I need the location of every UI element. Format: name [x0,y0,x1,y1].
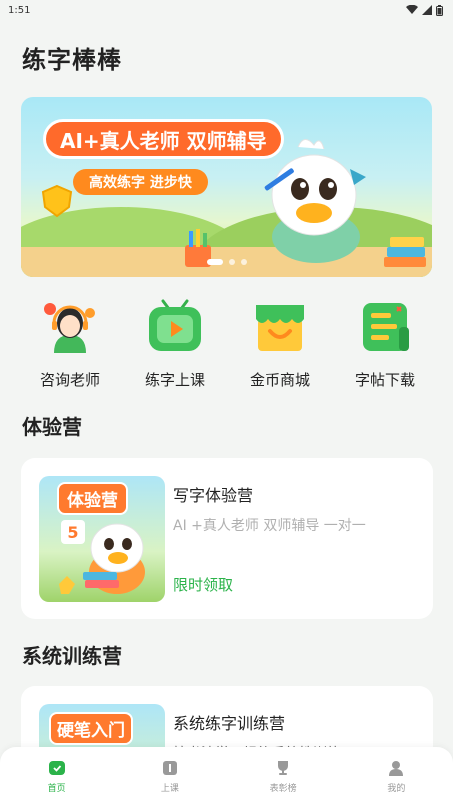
nav-tab-profile[interactable]: 我的 [340,747,453,805]
claim-button[interactable]: 限时领取 [173,574,233,595]
menu-item-coin-shop[interactable]: 金币商城 [232,297,328,397]
profile-icon [387,759,405,777]
nav-tab-leaderboard[interactable]: 表彰榜 [227,747,340,805]
course-thumbnail: 体验营 5 [39,476,165,602]
signal-icon [422,5,432,15]
teacher-headset-icon [40,297,100,357]
duck-mascot-illustration [59,523,145,594]
trophy-icon [274,759,292,777]
course-card-trial[interactable]: 体验营 5 写字体验营 AI +真人老师 双师辅导 一对一 限时领取 [21,458,433,619]
course-title: 系统练字训练营 [173,714,286,733]
promo-banner[interactable]: AI+真人老师 双师辅导 高效练字 进步快 [21,97,432,277]
nav-label: 首页 [47,784,66,794]
tv-play-icon [145,297,205,357]
nav-tab-class[interactable]: 上课 [113,747,226,805]
bottom-navigation: 首页 上课 表彰榜 我的 [0,747,453,805]
class-icon [161,759,179,777]
section-title-system: 系统训练营 [22,644,122,668]
pagination-dot[interactable] [206,259,223,265]
menu-item-consult-teacher[interactable]: 咨询老师 [22,297,118,397]
wifi-icon [406,5,418,14]
menu-item-label: 金币商城 [249,371,310,389]
banner-headline: AI+真人老师 双师辅导 [43,119,284,159]
banner-subline: 高效练字 进步快 [73,169,208,195]
banner-pagination [21,259,432,265]
course-description: AI +真人老师 双师辅导 一对一 [173,518,366,534]
status-bar: 1:51 [0,0,453,20]
notes-icon [355,297,415,357]
pagination-dot[interactable] [240,259,247,265]
shield-icon [41,184,73,218]
course-title: 写字体验营 [173,486,254,505]
nav-label: 表彰榜 [269,784,297,794]
duck-mascot-illustration [264,139,366,263]
section-title-trial: 体验营 [22,415,82,439]
home-icon [48,759,66,777]
pagination-dot[interactable] [228,259,235,265]
menu-item-label: 练字上课 [144,371,205,389]
menu-item-copybook-download[interactable]: 字帖下载 [337,297,433,397]
menu-item-writing-class[interactable]: 练字上课 [127,297,223,397]
battery-icon [436,4,443,16]
app-title: 练字棒棒 [22,46,122,74]
quick-menu: 咨询老师 练字上课 金币商城 字帖下载 [22,297,433,397]
nav-label: 我的 [387,784,406,794]
status-time: 1:51 [8,4,31,16]
menu-item-label: 咨询老师 [39,371,100,389]
status-icons [406,4,443,16]
shop-icon [250,297,310,357]
menu-item-label: 字帖下载 [354,371,415,389]
thumb-title: 硬笔入门 [49,712,133,745]
nav-tab-home[interactable]: 首页 [0,747,113,805]
nav-label: 上课 [160,784,179,794]
